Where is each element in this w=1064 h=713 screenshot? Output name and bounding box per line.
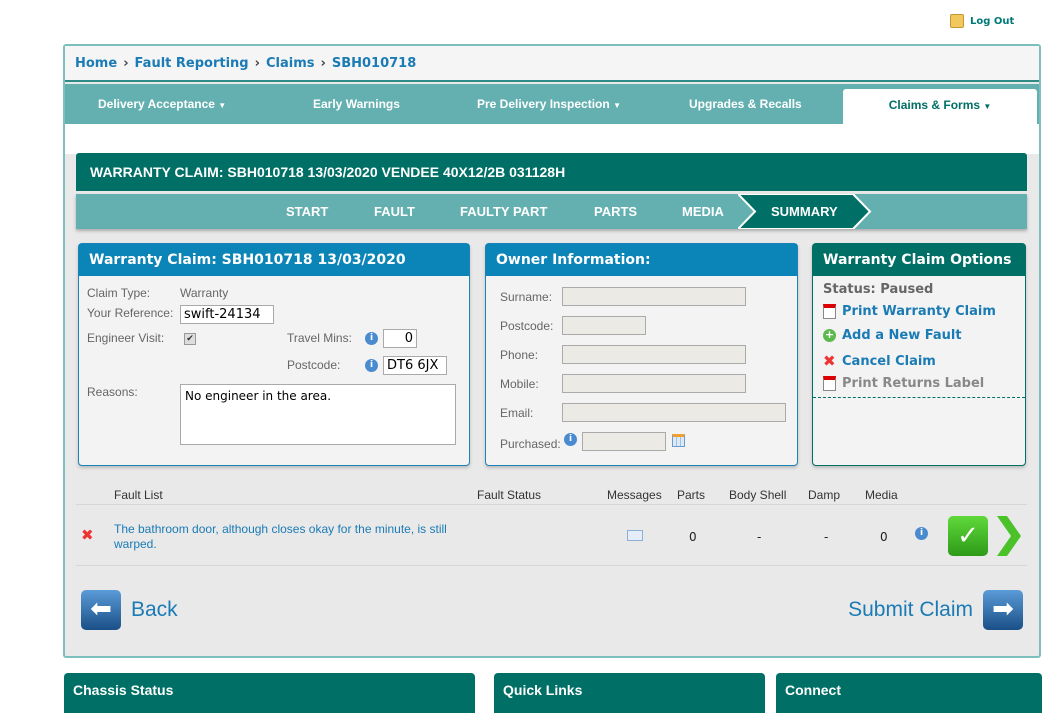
email-input[interactable] xyxy=(562,403,786,422)
breadcrumb-current[interactable]: SBH010718 xyxy=(332,56,416,71)
caret-down-icon: ▼ xyxy=(218,101,227,110)
quick-links-header: Quick Links xyxy=(494,673,765,713)
nav-early-warnings[interactable]: Early Warnings xyxy=(313,84,400,124)
owner-panel-title: Owner Information: xyxy=(486,244,797,276)
delete-fault-icon[interactable]: ✖ xyxy=(81,526,94,544)
wizard-steps: START FAULT FAULTY PART PARTS MEDIA SUMM… xyxy=(76,194,1027,229)
arrow-left-icon: ⬅ xyxy=(81,590,121,630)
chevron-right-icon: › xyxy=(123,55,129,71)
reasons-textarea[interactable]: No engineer in the area. xyxy=(180,384,456,445)
info-icon[interactable]: i xyxy=(365,332,378,345)
calendar-icon[interactable] xyxy=(672,434,685,447)
step-start[interactable]: START xyxy=(286,194,328,229)
fault-description-link[interactable]: The bathroom door, although closes okay … xyxy=(114,522,454,552)
owner-panel: Owner Information: Surname: Postcode: Ph… xyxy=(485,243,798,466)
options-panel: Warranty Claim Options Status: Paused Pr… xyxy=(812,243,1026,466)
info-icon[interactable]: i xyxy=(915,527,928,540)
logout-link[interactable]: Log Out xyxy=(950,14,1014,28)
claim-panel-title: Warranty Claim: SBH010718 13/03/2020 xyxy=(79,244,469,276)
fault-complete-check-icon[interactable]: ✓ xyxy=(948,516,988,556)
claim-type-value: Warranty xyxy=(180,286,229,300)
nav-delivery-acceptance[interactable]: Delivery Acceptance ▼ xyxy=(98,84,226,124)
chevron-right-icon: › xyxy=(254,55,260,71)
step-summary[interactable]: SUMMARY xyxy=(771,194,838,229)
travel-mins-input[interactable]: 0 xyxy=(383,329,417,348)
options-panel-title: Warranty Claim Options xyxy=(813,244,1025,276)
nav-claims-forms[interactable]: Claims & Forms ▼ xyxy=(843,89,1037,124)
nav-upgrades-recalls[interactable]: Upgrades & Recalls xyxy=(689,84,802,124)
caret-down-icon: ▼ xyxy=(613,101,621,110)
pdf-icon xyxy=(823,304,836,319)
surname-input[interactable] xyxy=(562,287,746,306)
postcode-input[interactable]: DT6 6JX xyxy=(383,356,447,375)
message-icon[interactable] xyxy=(627,530,643,541)
claim-panel: Warranty Claim: SBH010718 13/03/2020 Cla… xyxy=(78,243,470,466)
chevron-right-icon: › xyxy=(320,55,326,71)
back-button[interactable]: ⬅ Back xyxy=(81,590,178,630)
print-returns-label-link[interactable]: Print Returns Label xyxy=(823,376,984,391)
step-media[interactable]: MEDIA xyxy=(682,194,724,229)
submit-claim-button[interactable]: Submit Claim ➡ xyxy=(848,590,1023,630)
breadcrumb-fault-reporting[interactable]: Fault Reporting xyxy=(135,56,249,71)
engineer-visit-checkbox[interactable]: ✔ xyxy=(184,333,196,345)
pdf-icon xyxy=(823,376,836,391)
main-panel: Home › Fault Reporting › Claims › SBH010718… xyxy=(63,44,1041,658)
reference-input[interactable]: swift-24134 xyxy=(180,305,274,324)
connect-header: Connect xyxy=(776,673,1042,713)
caret-down-icon: ▼ xyxy=(983,102,992,111)
nav-pre-delivery-inspection[interactable]: Pre Delivery Inspection ▼ xyxy=(477,84,621,124)
print-warranty-claim-link[interactable]: Print Warranty Claim xyxy=(823,304,996,319)
cancel-icon: ✖ xyxy=(823,352,836,370)
breadcrumb-home[interactable]: Home xyxy=(75,56,117,71)
status-text: Status: Paused xyxy=(823,282,934,297)
cancel-claim-link[interactable]: ✖ Cancel Claim xyxy=(823,352,936,370)
step-fault[interactable]: FAULT xyxy=(374,194,415,229)
add-icon: + xyxy=(823,328,836,342)
chassis-status-header: Chassis Status xyxy=(64,673,475,713)
chevron-right-icon[interactable] xyxy=(993,516,1023,556)
step-parts[interactable]: PARTS xyxy=(594,194,637,229)
purchased-date-input[interactable] xyxy=(582,432,666,451)
info-icon[interactable]: i xyxy=(564,433,577,446)
main-nav: Delivery Acceptance ▼ Early Warnings Pre… xyxy=(65,84,1039,124)
page-title: WARRANTY CLAIM: SBH010718 13/03/2020 VEN… xyxy=(76,153,1027,191)
step-faulty-part[interactable]: FAULTY PART xyxy=(460,194,547,229)
owner-postcode-input[interactable] xyxy=(562,316,646,335)
arrow-right-icon: ➡ xyxy=(983,590,1023,630)
lock-icon xyxy=(950,14,964,28)
add-new-fault-link[interactable]: + Add a New Fault xyxy=(823,328,962,343)
breadcrumb: Home › Fault Reporting › Claims › SBH010718 xyxy=(65,46,1039,82)
mobile-input[interactable] xyxy=(562,374,746,393)
breadcrumb-claims[interactable]: Claims xyxy=(266,56,315,71)
info-icon[interactable]: i xyxy=(365,359,378,372)
phone-input[interactable] xyxy=(562,345,746,364)
